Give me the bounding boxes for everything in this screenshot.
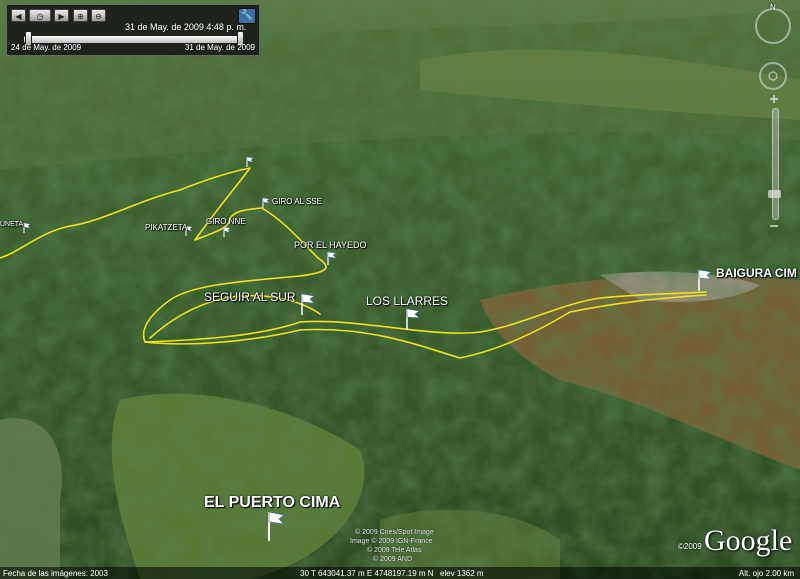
copyright-line: Image © 2009 IGN-France [350, 538, 433, 545]
flag-icon [23, 222, 31, 233]
zoom-slider-track[interactable] [772, 108, 779, 220]
flag-icon [301, 293, 315, 315]
zoom-in-icon[interactable] [768, 93, 780, 105]
pointer-elevation: elev 1362 m [440, 569, 484, 578]
eye-altitude: Alt. ojo 2.00 km [738, 569, 794, 578]
placemark-label: GIRO AL SSE [272, 197, 322, 206]
flag-icon [327, 251, 337, 265]
status-bar: Fecha de las imágenes: 2003 30 T 643041.… [0, 567, 800, 579]
magnify-plus-icon: ⊕ [77, 12, 84, 21]
step-forward-button[interactable]: ▶ [54, 9, 69, 22]
flag-icon [268, 511, 285, 541]
flag-icon [223, 226, 231, 237]
copyright-line: © 2009 AND [373, 556, 413, 563]
zoom-in-time-button[interactable]: ⊕ [73, 9, 88, 22]
time-current-label: 31 de May. de 2009 4:48 p. m. [125, 22, 247, 32]
hand-icon [768, 71, 778, 81]
satellite-terrain-map[interactable] [0, 0, 800, 579]
copyright-line: © 2009 Tele Atlas [367, 547, 422, 554]
north-indicator[interactable]: N [770, 3, 776, 12]
placemark-label: UNETA [0, 221, 24, 228]
zoom-out-icon[interactable] [768, 221, 780, 231]
magnify-minus-icon: ⊖ [95, 12, 102, 21]
flag-icon [698, 269, 712, 291]
copyright-line: © 2009 Cnes/Spot Image [355, 529, 434, 536]
flag-icon [246, 156, 254, 167]
placemark-label: LOS LLARRES [366, 294, 449, 308]
settings-button[interactable]: 🔧 [238, 8, 256, 24]
navigation-controls: N [750, 0, 800, 300]
pointer-coordinates: 30 T 643041.37 m E 4748197.19 m N [300, 569, 434, 578]
step-back-icon: ◀ [15, 12, 22, 21]
time-end-label: 31 de May. de 2009 [184, 43, 255, 52]
step-back-button[interactable]: ◀ [11, 9, 26, 22]
placemark-label: EL PUERTO CIMA [204, 494, 341, 511]
wrench-icon: 🔧 [240, 10, 254, 21]
imagery-date: Fecha de las imágenes: 2003 [3, 569, 108, 578]
placemark-label: GIRO NNE [206, 217, 246, 226]
time-slider-panel: ◀ ◷ ▶ ⊕ ⊖ 31 de May. de 2009 4:48 p. m. … [6, 4, 260, 56]
flag-icon [406, 308, 420, 330]
placemark-label: PIKATZETA [145, 223, 188, 232]
play-button[interactable]: ◷ [29, 9, 51, 22]
placemark-label: POR EL HAYEDO [294, 240, 367, 250]
zoom-out-time-button[interactable]: ⊖ [91, 9, 106, 22]
look-ring[interactable] [755, 8, 791, 44]
placemark-label: SEGUIR AL SUR [204, 290, 296, 304]
flag-icon [262, 197, 270, 208]
clock-icon: ◷ [36, 12, 44, 21]
google-logo: Google [704, 524, 793, 557]
zoom-slider-handle[interactable] [768, 190, 781, 198]
step-forward-icon: ▶ [58, 12, 65, 21]
time-start-label: 24 de May. de 2009 [11, 43, 82, 52]
logo-year: ©2009 [678, 542, 702, 551]
